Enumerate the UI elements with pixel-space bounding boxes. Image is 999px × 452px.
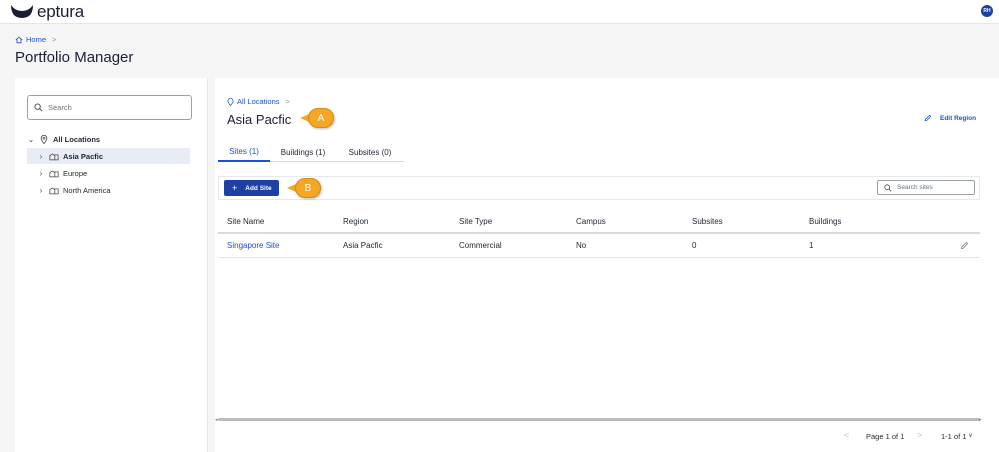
prev-page-button[interactable]: < — [844, 430, 849, 440]
sites-table-header: Site Name Region Site Type Campus Subsit… — [218, 212, 980, 234]
region-icon — [48, 169, 60, 178]
edit-site-icon[interactable] — [960, 241, 969, 252]
pencil-icon — [924, 114, 932, 122]
tree-item-europe[interactable]: › Europe — [27, 165, 190, 181]
chevron-down-icon[interactable]: ⌄ — [27, 135, 35, 144]
region-icon — [48, 186, 60, 195]
home-icon — [15, 36, 23, 43]
breadcrumb-separator: > — [285, 97, 290, 106]
tree-item-north-america[interactable]: › North America — [27, 182, 190, 198]
callout-a: A — [300, 108, 340, 128]
cell-subsites: 0 — [692, 241, 697, 250]
page-title: Portfolio Manager — [15, 49, 134, 66]
location-pin-icon — [227, 97, 234, 106]
location-tree-panel: Search ⌄ All Locations › Asia Pacfic › E… — [15, 78, 208, 452]
scroll-right-arrow[interactable]: ▸ — [979, 417, 982, 423]
cell-buildings: 1 — [809, 241, 814, 250]
column-site-type[interactable]: Site Type — [459, 217, 492, 226]
logo-text: eptura — [37, 1, 85, 21]
region-detail-panel: All Locations > Asia Pacfic A Edit Regio… — [215, 78, 999, 452]
plus-icon: + — [232, 183, 238, 193]
chevron-right-icon[interactable]: › — [37, 186, 45, 195]
search-icon — [34, 103, 43, 112]
cell-region: Asia Pacfic — [343, 241, 383, 250]
region-title: Asia Pacfic — [227, 112, 292, 127]
tree-item-label: North America — [63, 185, 111, 195]
site-name-link[interactable]: Singapore Site — [227, 241, 279, 250]
sites-toolbar: + Add Site Search sites — [218, 176, 980, 200]
column-buildings[interactable]: Buildings — [809, 217, 841, 226]
callout-b: B — [287, 178, 327, 198]
tree-item-asia-pacific[interactable]: › Asia Pacfic — [27, 148, 190, 164]
search-icon — [884, 183, 892, 191]
region-breadcrumb: All Locations > — [227, 97, 290, 106]
breadcrumb: Home > — [15, 35, 56, 44]
tab-bar: Sites (1) Buildings (1) Subsites (0) — [218, 142, 404, 162]
tab-subsites[interactable]: Subsites (0) — [336, 142, 404, 162]
cell-campus: No — [576, 241, 587, 250]
region-icon — [48, 152, 60, 161]
edit-region-label: Edit Region — [940, 114, 977, 122]
cell-site-type: Commercial — [459, 241, 502, 250]
tree-item-label: Asia Pacfic — [63, 151, 104, 161]
search-sites-input[interactable]: Search sites — [877, 180, 975, 195]
tree-item-label: Europe — [63, 168, 88, 178]
callout-label: A — [308, 108, 334, 128]
rows-range-select[interactable]: 1-1 of 1 — [941, 432, 966, 441]
user-avatar[interactable]: RH — [981, 5, 993, 17]
column-region[interactable]: Region — [343, 217, 368, 226]
column-subsites[interactable]: Subsites — [692, 217, 723, 226]
breadcrumb-home[interactable]: Home — [26, 35, 46, 44]
next-page-button[interactable]: > — [917, 430, 922, 440]
add-site-label: Add Site — [245, 184, 272, 192]
chevron-down-icon[interactable]: v — [969, 433, 972, 439]
page-indicator: Page 1 of 1 — [866, 432, 905, 441]
column-campus[interactable]: Campus — [576, 217, 606, 226]
eptura-logo-icon — [11, 5, 33, 18]
column-site-name[interactable]: Site Name — [227, 217, 264, 226]
add-site-button[interactable]: + Add Site — [224, 180, 279, 196]
chevron-right-icon[interactable]: › — [37, 169, 45, 178]
horizontal-scrollbar[interactable] — [218, 418, 980, 421]
breadcrumb-separator: > — [52, 35, 57, 44]
callout-label: B — [295, 178, 321, 198]
top-bar: eptura RH — [0, 0, 999, 24]
breadcrumb-all-locations[interactable]: All Locations — [237, 97, 280, 106]
tree-search-placeholder: Search — [48, 103, 72, 112]
chevron-right-icon[interactable]: › — [37, 152, 45, 161]
eptura-logo[interactable]: eptura — [10, 1, 84, 21]
edit-region-button[interactable]: Edit Region — [924, 114, 976, 122]
tree-item-all-locations[interactable]: ⌄ All Locations — [27, 131, 190, 147]
tree-root-label: All Locations — [53, 134, 101, 144]
tree-search-input[interactable]: Search — [27, 95, 192, 120]
search-sites-placeholder: Search sites — [897, 184, 933, 191]
location-pin-icon — [38, 134, 50, 144]
table-row[interactable]: Singapore Site Asia Pacfic Commercial No… — [218, 235, 980, 258]
tab-sites[interactable]: Sites (1) — [218, 142, 270, 162]
tab-buildings[interactable]: Buildings (1) — [270, 142, 336, 162]
